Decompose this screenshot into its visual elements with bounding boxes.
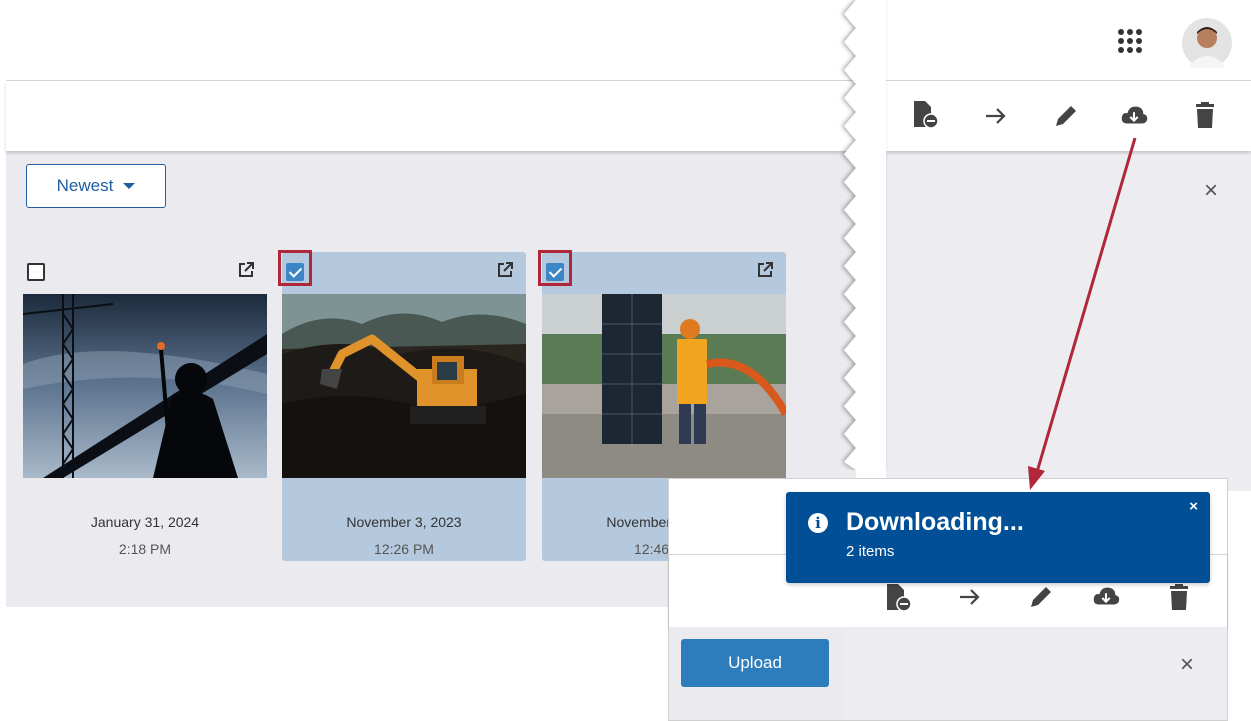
remove-file-icon[interactable] — [911, 100, 939, 128]
selection-highlight — [538, 250, 572, 286]
photo-date: November 3, 2023 — [346, 514, 462, 530]
photo-checkbox[interactable] — [27, 263, 45, 281]
open-external-icon[interactable] — [496, 261, 514, 279]
edit-pencil-icon[interactable] — [1027, 583, 1055, 611]
apps-grid-icon[interactable] — [1117, 28, 1143, 54]
photo-card[interactable]: January 31, 2024 2:18 PM — [23, 252, 267, 561]
remove-file-icon[interactable] — [884, 583, 912, 611]
top-bar-right — [886, 6, 1251, 81]
photo-date: January 31, 2024 — [90, 514, 200, 530]
info-icon: i — [808, 513, 828, 533]
sort-dropdown[interactable]: Newest — [26, 164, 166, 208]
cloud-download-icon[interactable] — [1092, 583, 1120, 611]
photo-thumbnail[interactable] — [23, 294, 267, 478]
photo-thumbnail[interactable] — [542, 294, 786, 478]
caret-down-icon — [123, 183, 136, 189]
toolbar-right — [886, 81, 1251, 151]
close-icon[interactable]: × — [1204, 177, 1218, 205]
photo-thumbnail[interactable] — [282, 294, 526, 478]
open-external-icon[interactable] — [237, 261, 255, 279]
arrow-right-icon[interactable] — [982, 102, 1010, 130]
close-icon[interactable]: × — [1180, 651, 1194, 679]
toast-title: Downloading... — [846, 508, 1024, 536]
arrow-right-icon[interactable] — [956, 583, 984, 611]
photo-card[interactable]: November 3, 2023 12:26 PM — [278, 250, 526, 561]
photo-time: 12:26 PM — [374, 541, 434, 557]
sort-label: Newest — [56, 176, 114, 195]
top-bar-left — [6, 6, 856, 81]
upload-button[interactable]: Upload — [681, 639, 829, 687]
edit-pencil-icon[interactable] — [1052, 102, 1080, 130]
trash-icon[interactable] — [1191, 101, 1219, 129]
details-panel: × — [886, 151, 1251, 491]
selection-highlight — [278, 250, 312, 286]
toast-subtitle: 2 items — [846, 543, 895, 560]
toast-close-icon[interactable]: × — [1189, 498, 1198, 515]
trash-icon[interactable] — [1165, 583, 1193, 611]
avatar[interactable] — [1182, 18, 1232, 68]
torn-edge-divider — [844, 0, 886, 470]
toolbar-left — [6, 81, 856, 151]
cloud-download-icon[interactable] — [1120, 102, 1148, 130]
photo-time: 2:18 PM — [118, 541, 172, 557]
overlay-sidebar: Upload — [669, 627, 846, 720]
download-toast: i Downloading... 2 items × — [786, 492, 1210, 583]
overlay-details: × — [846, 627, 1227, 720]
open-external-icon[interactable] — [756, 261, 774, 279]
